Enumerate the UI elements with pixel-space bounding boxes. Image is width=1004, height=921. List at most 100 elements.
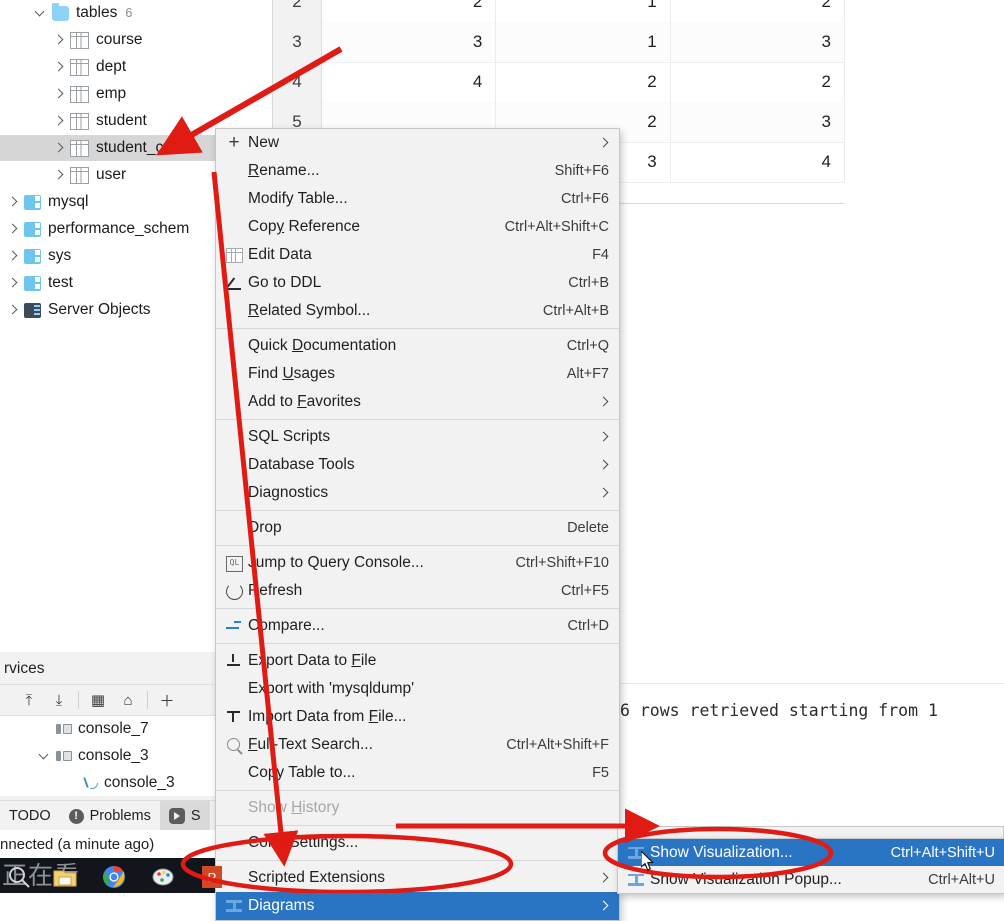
expand-all-icon[interactable]: ⤒: [14, 687, 44, 713]
chevron-down-icon[interactable]: [34, 6, 48, 20]
tool-window-tab-todo[interactable]: TODO: [0, 801, 60, 831]
tree-item-emp[interactable]: emp: [0, 81, 270, 107]
menu-item-label: Quick Documentation: [248, 337, 397, 354]
cell-value[interactable]: 3: [322, 22, 497, 62]
search-icon[interactable]: [6, 864, 32, 888]
collapse-all-icon[interactable]: ⤓: [44, 687, 74, 713]
chevron-right-icon[interactable]: [6, 222, 20, 236]
tree-item-label: mysql: [48, 193, 89, 210]
chevron-right-icon: [599, 871, 609, 885]
menu-item-quick-documentation[interactable]: Quick Documentation Ctrl+Q: [216, 332, 619, 360]
run-icon: [168, 808, 185, 824]
menu-item-database-tools[interactable]: Database Tools: [216, 451, 619, 479]
chevron-right-icon[interactable]: [52, 141, 66, 155]
menu-item-full-text-search[interactable]: Full-Text Search... Ctrl+Alt+Shift+F: [216, 731, 619, 759]
tool-window-tab-problems[interactable]: ! Problems: [60, 801, 160, 831]
chevron-right-icon[interactable]: [6, 195, 20, 209]
menu-item-copy-reference[interactable]: Copy Reference Ctrl+Alt+Shift+C: [216, 213, 619, 241]
submenu-item-show-visualization[interactable]: Show Visualization... Ctrl+Alt+Shift+U: [618, 839, 1004, 866]
services-item-2[interactable]: console_3: [0, 770, 215, 796]
cell-value[interactable]: 3: [671, 102, 845, 142]
menu-separator: [216, 328, 619, 329]
menu-item-label: Refresh: [248, 582, 303, 599]
chevron-right-icon[interactable]: [52, 114, 66, 128]
cell-value[interactable]: 4: [322, 62, 497, 102]
table-context-menu[interactable]: + New Rename... Shift+F6 Modify Table... Ctrl…: [215, 128, 620, 921]
chevron-right-icon[interactable]: [6, 303, 20, 317]
tree-item-tables[interactable]: tables 6: [0, 0, 270, 26]
menu-item-sql-scripts[interactable]: SQL Scripts: [216, 423, 619, 451]
menu-item-copy-table-to[interactable]: Copy Table to... F5: [216, 759, 619, 787]
services-toolbar[interactable]: ⤒ ⤓ ▦ ⌂ ＋: [0, 684, 215, 716]
menu-item-go-to-ddl[interactable]: Go to DDL Ctrl+B: [216, 269, 619, 297]
powerpoint-icon[interactable]: P: [199, 864, 225, 888]
tool-window-tab-label: S: [190, 808, 201, 824]
menu-item-rename[interactable]: Rename... Shift+F6: [216, 157, 619, 185]
menu-item-jump-to-query-console[interactable]: QL Jump to Query Console... Ctrl+Shift+F10: [216, 549, 619, 577]
table-row[interactable]: 3313: [273, 22, 845, 63]
menu-item-find-usages[interactable]: Find Usages Alt+F7: [216, 360, 619, 388]
services-item-0[interactable]: console_7: [0, 716, 215, 742]
warning-icon: !: [68, 808, 84, 824]
chevron-right-icon[interactable]: [52, 87, 66, 101]
file-explorer-icon[interactable]: [52, 864, 78, 888]
tree-item-label: tables: [76, 4, 118, 21]
services-item-1[interactable]: console_3: [0, 743, 215, 769]
table-icon: [70, 31, 89, 49]
menu-item-scripted-extensions[interactable]: Scripted Extensions: [216, 864, 619, 892]
menu-item-diagnostics[interactable]: Diagnostics: [216, 479, 619, 507]
tool-window-tab-label: Problems: [89, 808, 151, 824]
menu-item-diagrams[interactable]: Diagrams: [216, 892, 619, 920]
diagrams-submenu[interactable]: Show Visualization... Ctrl+Alt+Shift+U Sho…: [617, 838, 1004, 894]
tree-item-dept[interactable]: dept: [0, 54, 270, 80]
add-icon[interactable]: ＋: [152, 687, 182, 713]
cell-value[interactable]: 4: [671, 142, 845, 182]
tree-item-count: 6: [125, 6, 133, 20]
chevron-right-icon[interactable]: [6, 249, 20, 263]
menu-item-shortcut: Ctrl+Q: [566, 338, 609, 354]
chevron-right-icon[interactable]: [52, 33, 66, 47]
cell-value[interactable]: 1: [496, 0, 671, 22]
menu-item-export-with-mysqldump[interactable]: Export with 'mysqldump': [216, 675, 619, 703]
menu-item-label: Full-Text Search...: [248, 736, 373, 753]
paint-icon[interactable]: [151, 864, 177, 888]
new-tab-icon[interactable]: ⌂: [113, 687, 143, 713]
menu-item-related-symbol[interactable]: Related Symbol... Ctrl+Alt+B: [216, 297, 619, 325]
menu-item-show-history[interactable]: Show History: [216, 794, 619, 822]
no-icon: [224, 190, 244, 208]
cell-value[interactable]: 2: [671, 0, 845, 22]
cell-value[interactable]: 3: [671, 22, 845, 62]
menu-item-color-settings[interactable]: Color Settings...: [216, 829, 619, 857]
menu-item-drop[interactable]: Drop Delete: [216, 514, 619, 542]
menu-item-edit-data[interactable]: Edit Data F4: [216, 241, 619, 269]
group-by-icon[interactable]: ▦: [83, 687, 113, 713]
menu-item-add-to-favorites[interactable]: Add to Favorites: [216, 388, 619, 416]
table-row[interactable]: 2212: [273, 0, 845, 23]
menu-item-modify-table[interactable]: Modify Table... Ctrl+F6: [216, 185, 619, 213]
menu-item-new[interactable]: + New: [216, 129, 619, 157]
services-panel-title: rvices: [0, 656, 215, 682]
chrome-icon[interactable]: [101, 864, 127, 888]
chevron-right-icon[interactable]: [52, 168, 66, 182]
cell-value[interactable]: 1: [496, 22, 671, 62]
tool-window-tab-s[interactable]: S: [159, 801, 210, 831]
chevron-right-icon[interactable]: [52, 60, 66, 74]
menu-item-compare[interactable]: Compare... Ctrl+D: [216, 612, 619, 640]
menu-item-import-data-from-file[interactable]: Import Data from File...: [216, 703, 619, 731]
no-icon: [224, 393, 244, 411]
menu-item-label: Rename...: [248, 162, 320, 179]
chevron-down-icon[interactable]: [38, 749, 52, 763]
menu-item-refresh[interactable]: Refresh Ctrl+F5: [216, 577, 619, 605]
bottom-tool-window-bar[interactable]: TODO! Problems S: [0, 800, 215, 831]
services-tree[interactable]: console_7 console_3 console_3: [0, 716, 215, 796]
tree-item-course[interactable]: course: [0, 27, 270, 53]
menu-item-export-data-to-file[interactable]: Export Data to File: [216, 647, 619, 675]
cell-value[interactable]: 2: [671, 62, 845, 102]
chevron-right-icon[interactable]: [6, 276, 20, 290]
table-row[interactable]: 4422: [273, 62, 845, 103]
cell-value[interactable]: 2: [496, 62, 671, 102]
submenu-item-show-visualization-popup[interactable]: Show Visualization Popup... Ctrl+Alt+U: [618, 866, 1004, 893]
menu-separator: [216, 825, 619, 826]
menu-separator: [216, 608, 619, 609]
cell-value[interactable]: 2: [322, 0, 497, 22]
